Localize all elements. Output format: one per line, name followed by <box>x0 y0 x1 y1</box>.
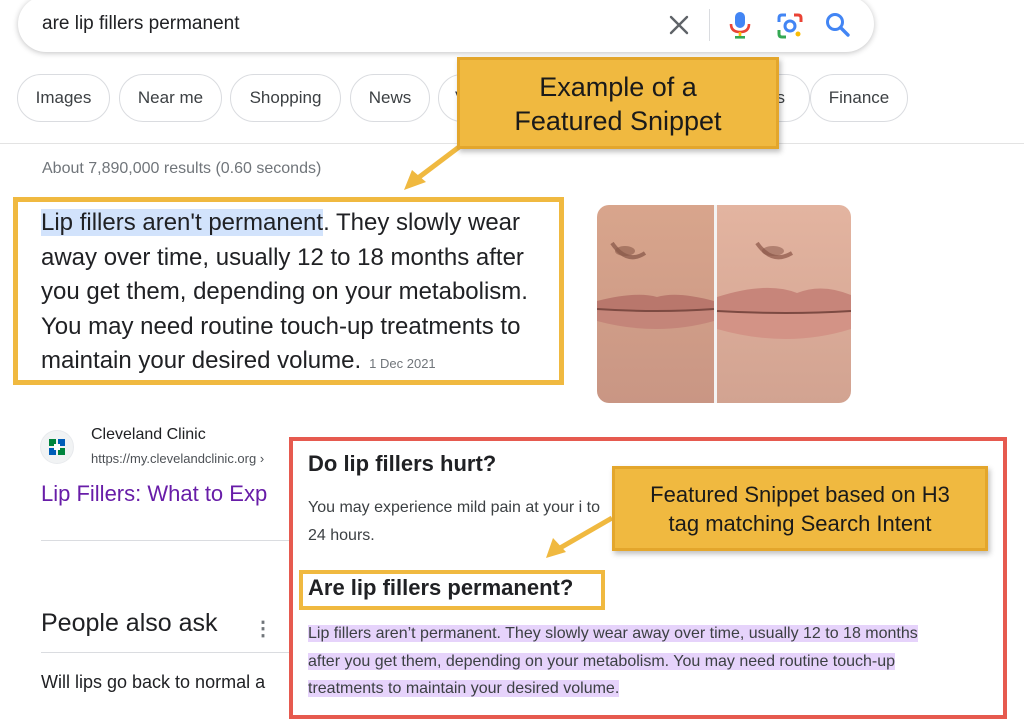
more-options-icon[interactable]: ⋮ <box>253 616 273 641</box>
search-icon[interactable] <box>824 11 852 39</box>
result-stats: About 7,890,000 results (0.60 seconds) <box>42 160 322 177</box>
chip-images[interactable]: Images <box>17 74 110 122</box>
site-name: Cleveland Clinic <box>91 426 206 443</box>
snippet-date: 1 Dec 2021 <box>369 356 436 371</box>
chip-news[interactable]: News <box>350 74 430 122</box>
search-input[interactable]: are lip fillers permanent <box>42 13 239 35</box>
excerpt-paragraph-hurt: You may experience mild pain at your i t… <box>308 499 601 544</box>
callout-h3-snippet: Featured Snippet based on H3 tag matchin… <box>612 466 988 551</box>
paa-separator <box>41 652 291 653</box>
lips-comparison-image[interactable] <box>597 205 851 403</box>
site-url[interactable]: https://my.clevelandclinic.org › <box>91 451 264 466</box>
excerpt-paragraph-permanent: Lip fillers aren’t permanent. They slowl… <box>308 620 998 703</box>
callout-line: Featured Snippet <box>514 106 722 136</box>
clear-icon[interactable] <box>666 12 692 38</box>
site-favicon[interactable] <box>40 430 74 464</box>
result-title-link[interactable]: Lip Fillers: What to Exp <box>41 481 267 507</box>
people-also-ask-heading: People also ask <box>41 609 218 637</box>
chip-near-me[interactable]: Near me <box>119 74 222 122</box>
result-separator <box>41 540 291 541</box>
featured-snippet-text: Lip fillers aren't permanent. They slowl… <box>41 206 561 382</box>
highlighted-line: treatments to maintain your desired volu… <box>308 680 620 697</box>
excerpt-heading-permanent: Are lip fillers permanent? <box>308 575 574 600</box>
highlighted-line: after you get them, depending on your me… <box>308 652 896 670</box>
callout-line: Featured Snippet based on H3 <box>650 482 950 507</box>
callout-line: tag matching Search Intent <box>668 511 932 536</box>
search-divider <box>709 9 710 41</box>
camera-lens-icon[interactable] <box>776 12 804 40</box>
cleveland-clinic-logo-icon <box>49 439 65 455</box>
paa-question[interactable]: Will lips go back to normal a <box>41 672 265 693</box>
callout-featured-snippet: Example of a Featured Snippet <box>457 57 779 149</box>
microphone-icon[interactable] <box>728 10 752 40</box>
chip-shopping[interactable]: Shopping <box>230 74 341 122</box>
callout-line: Example of a <box>539 72 697 102</box>
chip-finance[interactable]: Finance <box>810 74 908 122</box>
snippet-highlighted-phrase: Lip fillers aren't permanent <box>41 209 324 236</box>
excerpt-heading-hurt: Do lip fillers hurt? <box>308 451 497 476</box>
highlighted-line: Lip fillers aren’t permanent. They slowl… <box>308 625 918 642</box>
